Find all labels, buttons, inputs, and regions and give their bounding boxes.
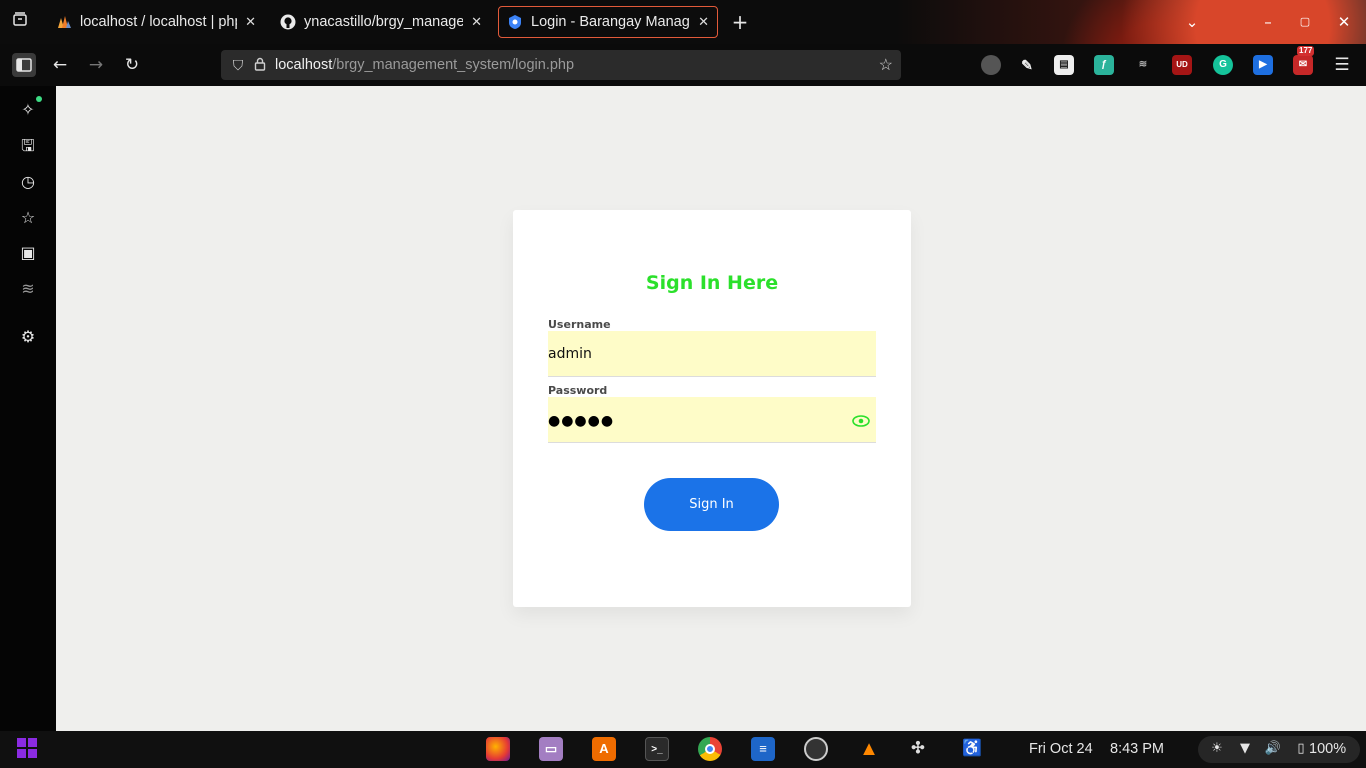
minimize-window-button[interactable]: –	[1257, 11, 1279, 33]
lock-icon[interactable]	[249, 57, 271, 74]
sidebar-toggle-button[interactable]	[12, 53, 36, 77]
username-label: Username	[548, 318, 611, 331]
chrome-taskbar-icon[interactable]	[698, 737, 722, 761]
extension-shield-green-icon[interactable]: ƒ	[1094, 55, 1114, 75]
bookmarks-star-icon[interactable]: ☆	[17, 207, 39, 229]
system-tray[interactable]: ☀ ▼ 🔊 ▯ 100%	[1198, 736, 1360, 763]
ai-sparkle-icon[interactable]: ✧	[17, 96, 42, 121]
accessibility-icon[interactable]: ♿	[960, 737, 984, 761]
login-title: Sign In Here	[645, 272, 779, 294]
close-window-button[interactable]: ✕	[1333, 11, 1355, 33]
wifi-icon[interactable]: ▼	[1236, 740, 1254, 758]
chevron-down-icon[interactable]: ⌄	[1181, 11, 1203, 33]
history-clock-icon[interactable]: ◷	[17, 171, 39, 193]
reader-view-icon[interactable]: ▤	[1054, 55, 1074, 75]
tab-github[interactable]: ynacastillo/brgy_manager ✕	[272, 6, 490, 38]
start-menu-icon[interactable]	[15, 737, 39, 761]
back-button[interactable]: ←	[48, 53, 72, 77]
hamburger-menu-icon[interactable]: ☰	[1330, 53, 1354, 77]
tab-login-active[interactable]: Login - Barangay Manage ✕	[498, 6, 718, 38]
github-icon	[280, 14, 296, 30]
text-editor-taskbar-icon[interactable]: ≡	[751, 737, 775, 761]
show-password-eye-icon[interactable]	[852, 415, 870, 427]
firefox-taskbar-icon[interactable]	[486, 737, 510, 761]
extension-play-icon[interactable]: ▶	[1253, 55, 1273, 75]
shield-icon[interactable]: ⛉	[227, 57, 249, 74]
file-manager-taskbar-icon[interactable]: ▭	[539, 737, 563, 761]
taskbar-time[interactable]: 8:43 PM	[1110, 741, 1164, 757]
browser-sidebar: ✧ 🖫 ◷ ☆ ▣ ≋ ⚙	[0, 86, 56, 731]
volume-icon[interactable]: 🔊	[1264, 740, 1282, 758]
vlc-taskbar-icon[interactable]: ▲	[857, 737, 881, 761]
close-tab-icon[interactable]: ✕	[245, 14, 256, 30]
brightness-icon[interactable]: ☀	[1208, 740, 1226, 758]
tab-title: ynacastillo/brgy_manager	[304, 14, 464, 30]
reading-list-icon[interactable]: ▣	[17, 242, 39, 264]
grammarly-icon[interactable]: G	[1213, 55, 1233, 75]
close-tab-icon[interactable]: ✕	[471, 14, 482, 30]
extension-badge-count: 177	[1297, 46, 1315, 56]
login-card: Sign In Here Username Password ●●●●● Sig…	[513, 210, 911, 607]
taskbar-date[interactable]: Fri Oct 24	[1029, 741, 1093, 757]
phpmyadmin-icon	[56, 14, 72, 30]
extensions-taskbar-icon[interactable]: ✣	[906, 737, 930, 761]
tab-overview-icon[interactable]	[9, 11, 31, 33]
app-store-taskbar-icon[interactable]: A	[592, 737, 616, 761]
username-input[interactable]	[548, 331, 876, 377]
extensions-puzzle-icon[interactable]: ✎	[1017, 55, 1037, 75]
synced-tabs-icon[interactable]: 🖫	[17, 135, 39, 157]
password-label: Password	[548, 384, 608, 397]
extension-bars-icon[interactable]: ≋	[17, 278, 39, 300]
terminal-taskbar-icon[interactable]: >_	[645, 737, 669, 761]
page-content: Sign In Here Username Password ●●●●● Sig…	[56, 86, 1366, 731]
new-tab-button[interactable]: +	[729, 11, 751, 33]
reload-button[interactable]: ↻	[120, 53, 144, 77]
password-masked-value: ●●●●●	[548, 413, 615, 429]
settings-gear-icon[interactable]: ⚙	[17, 326, 39, 348]
tab-title: localhost / localhost | php	[80, 14, 238, 30]
close-tab-icon[interactable]: ✕	[698, 14, 709, 30]
profile-avatar[interactable]	[981, 55, 1001, 75]
sign-in-button[interactable]: Sign In	[644, 478, 779, 531]
url-path: /brgy_management_system/login.php	[332, 57, 575, 73]
address-bar[interactable]: ⛉ localhost/brgy_management_system/login…	[221, 50, 901, 80]
url-host: localhost	[275, 57, 333, 73]
tab-phpmyadmin[interactable]: localhost / localhost | php ✕	[48, 6, 264, 38]
browser-tab-bar: localhost / localhost | php ✕ ynacastill…	[0, 0, 1366, 44]
browser-navigation-bar: ← → ↻ ⛉ localhost/brgy_management_system…	[0, 44, 1366, 86]
tab-title: Login - Barangay Manage	[531, 14, 691, 30]
ublock-icon[interactable]: UD	[1172, 55, 1192, 75]
os-taskbar: ▭ A >_ ≡ ▲ ✣ ♿ Fri Oct 24 8:43 PM ☀ ▼ 🔊 …	[0, 731, 1366, 768]
obs-taskbar-icon[interactable]	[804, 737, 828, 761]
forward-button[interactable]: →	[84, 53, 108, 77]
battery-icon[interactable]: ▯	[1292, 740, 1310, 758]
bookmark-star-icon[interactable]: ☆	[879, 55, 893, 75]
shield-favicon-icon	[507, 14, 523, 30]
notification-dot	[36, 96, 42, 102]
extension-bars-icon[interactable]: ≋	[1133, 55, 1153, 75]
mail-extension-icon[interactable]: ✉ 177	[1293, 46, 1315, 75]
battery-percentage: 100%	[1309, 741, 1347, 757]
maximize-window-button[interactable]: ▢	[1294, 11, 1316, 33]
